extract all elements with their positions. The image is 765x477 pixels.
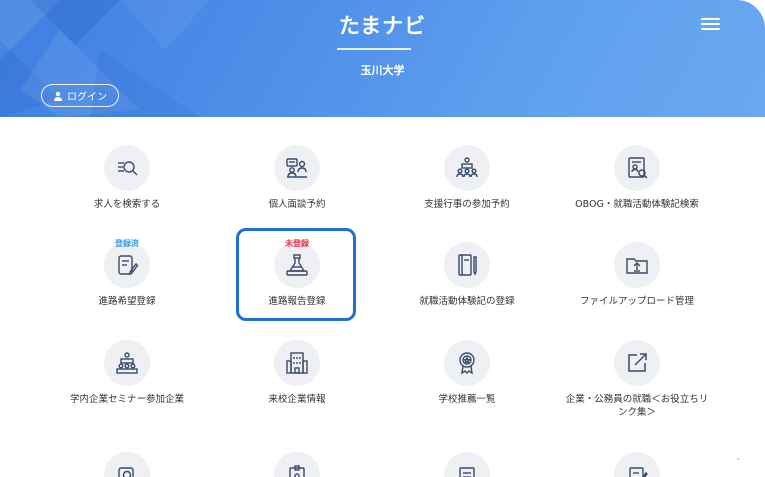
company-seminar-icon <box>104 340 150 386</box>
title-divider <box>337 48 411 50</box>
consultation-icon <box>274 145 320 191</box>
status-badge-registered: 登録済 <box>115 239 139 248</box>
tile-experience-register[interactable]: 就職活動体験記の登録 <box>382 242 552 312</box>
hamburger-menu-icon[interactable] <box>700 16 722 34</box>
document-list-icon <box>444 452 490 477</box>
tile-label: 来校企業情報 <box>268 394 326 405</box>
tile-obog-search[interactable]: OBOG・就職活動体験記検索 <box>552 145 722 215</box>
building-icon <box>274 340 320 386</box>
tile-partial-3[interactable] <box>382 452 552 477</box>
tile-school-recommendation[interactable]: 学校推薦一覧 <box>382 340 552 410</box>
award-badge-icon <box>444 340 490 386</box>
tile-label: 個人面談予約 <box>268 199 326 210</box>
status-badge-unregistered: 未登録 <box>285 239 309 248</box>
edit-document-icon <box>614 452 660 477</box>
school-name: 玉川大学 <box>360 64 405 77</box>
notebook-pen-icon <box>444 242 490 288</box>
tile-partial-1[interactable] <box>42 452 212 477</box>
tile-label: OBOG・就職活動体験記検索 <box>575 199 699 210</box>
tile-label: 学内企業セミナー参加企業 <box>69 394 184 405</box>
tile-company-seminar[interactable]: 学内企業セミナー参加企業 <box>42 340 212 410</box>
tile-label: 学校推薦一覧 <box>438 394 496 405</box>
tile-event-reservation[interactable]: 支援行事の参加予約 <box>382 145 552 215</box>
tile-career-preference[interactable]: 進路希望登録 <box>42 242 212 312</box>
tile-label: 求人を検索する <box>93 199 161 210</box>
user-icon <box>53 91 63 101</box>
tile-label: 進路報告登録 <box>268 296 326 307</box>
id-card-icon <box>274 452 320 477</box>
tile-label: 支援行事の参加予約 <box>424 199 510 210</box>
scroll-dot <box>737 458 739 460</box>
search-document-icon <box>104 452 150 477</box>
folder-upload-icon <box>614 242 660 288</box>
login-label: ログイン <box>67 92 107 103</box>
external-link-icon <box>614 340 660 386</box>
tile-label: 企業・公務員の就職＜お役立ちリンク集＞ <box>565 394 709 418</box>
tile-label: 就職活動体験記の登録 <box>419 296 515 307</box>
seminar-icon <box>444 145 490 191</box>
tile-consultation[interactable]: 個人面談予約 <box>212 145 382 215</box>
app-frame: たまナビ 玉川大学 ログイン 求人を検索する 個人面談予約 支援行事の参加予約 … <box>0 0 765 477</box>
login-button[interactable]: ログイン <box>41 84 119 107</box>
tile-label: ファイルアップロード管理 <box>579 296 694 307</box>
tile-visiting-companies[interactable]: 来校企業情報 <box>212 340 382 410</box>
tile-useful-links[interactable]: 企業・公務員の就職＜お役立ちリンク集＞ <box>552 340 722 425</box>
search-list-icon <box>104 145 150 191</box>
header: たまナビ 玉川大学 ログイン <box>0 0 765 117</box>
profile-search-icon <box>614 145 660 191</box>
tile-partial-2[interactable] <box>212 452 382 477</box>
app-title: たまナビ <box>338 14 427 38</box>
tile-job-search[interactable]: 求人を検索する <box>42 145 212 215</box>
tile-partial-4[interactable] <box>552 452 722 477</box>
tile-file-upload[interactable]: ファイルアップロード管理 <box>552 242 722 312</box>
tile-career-report[interactable]: 進路報告登録 <box>212 242 382 312</box>
tile-label: 進路希望登録 <box>98 296 156 307</box>
